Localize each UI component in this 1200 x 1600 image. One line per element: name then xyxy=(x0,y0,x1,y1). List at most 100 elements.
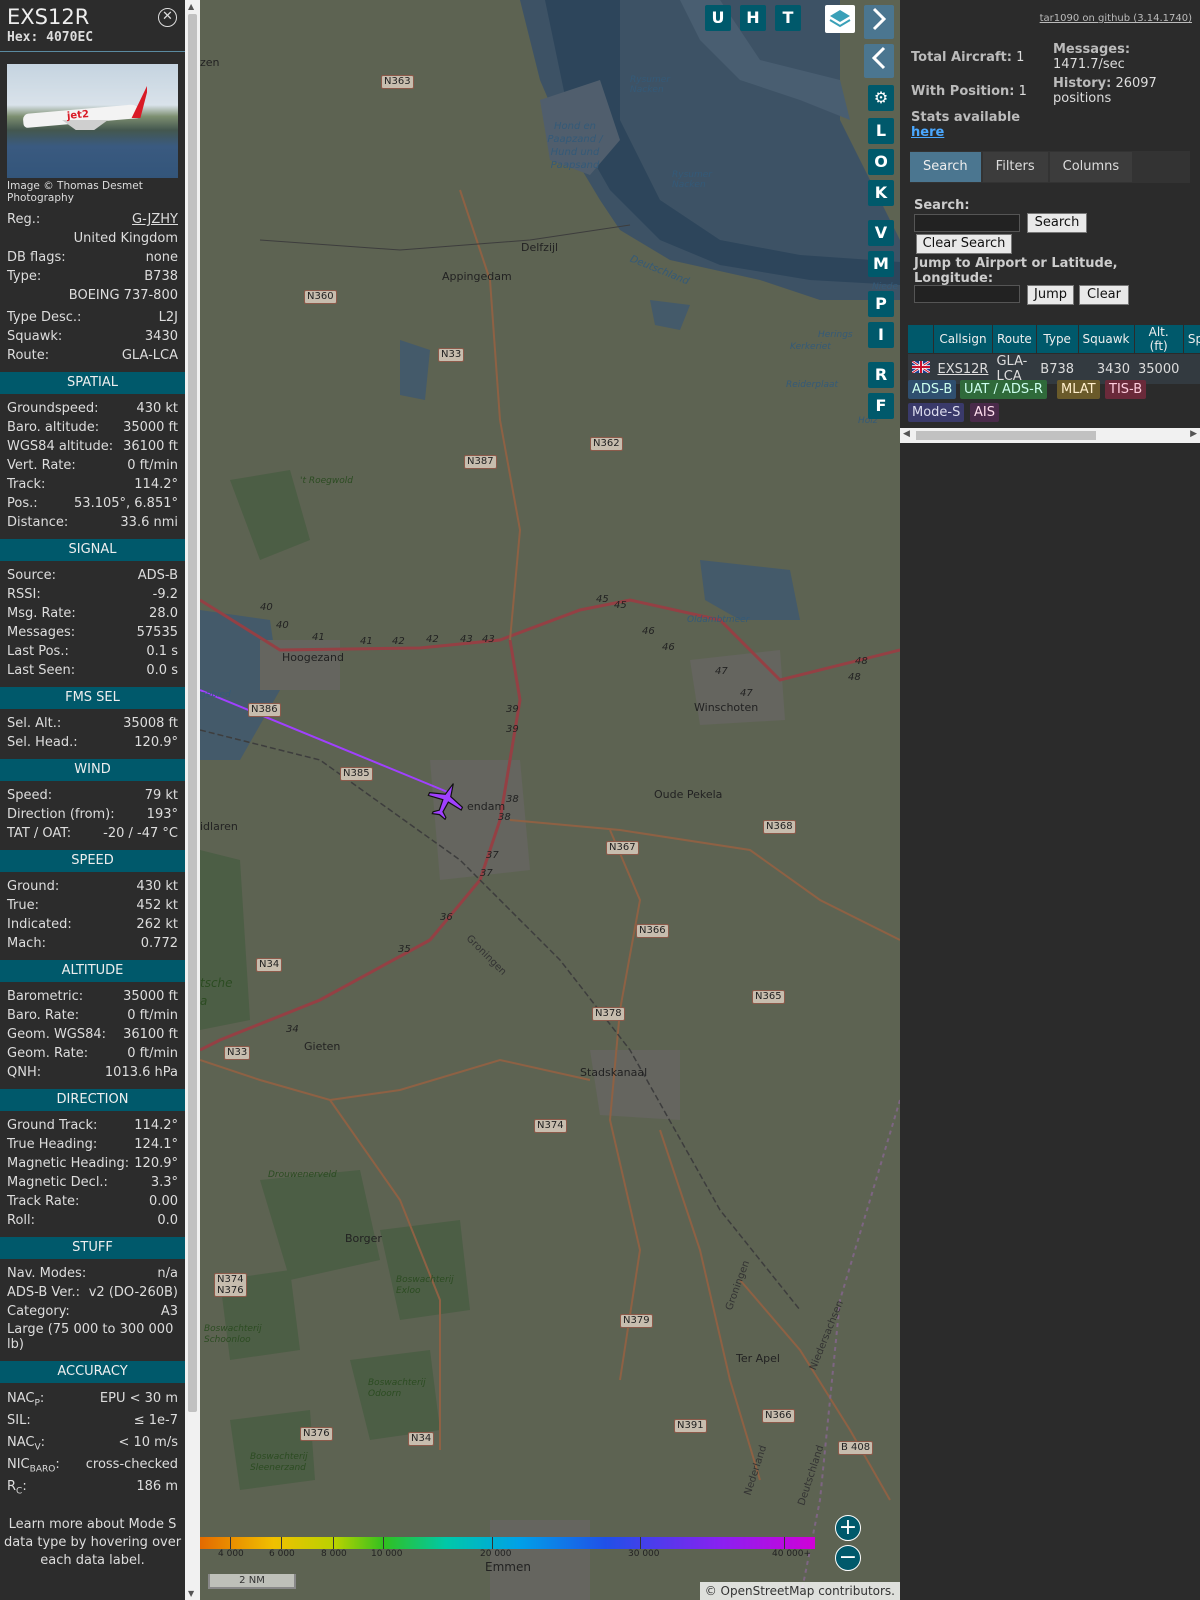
collapse-left-icon[interactable] xyxy=(864,44,894,78)
info-callsign: EXS12R xyxy=(7,5,90,29)
info-row-value: 0.772 xyxy=(140,936,178,951)
wind-list: Speed: 79 kt Direction (from): 193° TAT / OA… xyxy=(0,786,185,843)
info-row-label: Ground Track: xyxy=(7,1118,98,1133)
info-row: True Heading: 124.1° xyxy=(0,1135,185,1154)
stats-available: Stats available here xyxy=(911,110,1021,140)
map-button-v[interactable]: V xyxy=(868,220,894,246)
jump-input[interactable] xyxy=(914,285,1020,303)
clear-button[interactable]: Clear xyxy=(1079,285,1129,305)
info-row-label: Barometric: xyxy=(7,989,84,1004)
map-button-o[interactable]: O xyxy=(868,149,894,175)
scroll-left-arrow-icon[interactable]: ◀ xyxy=(903,429,910,439)
place-label: Delfzijl xyxy=(521,241,559,254)
zoom-in-icon[interactable]: + xyxy=(835,1515,861,1541)
info-row-value: 0.1 s xyxy=(146,644,178,659)
info-row: True: 452 kt xyxy=(0,896,185,915)
source-tisb[interactable]: TIS-B xyxy=(1105,380,1147,399)
info-row-value: 35000 ft xyxy=(123,989,178,1004)
col-callsign[interactable]: Callsign xyxy=(933,324,993,354)
jump-button[interactable]: Jump xyxy=(1027,285,1074,305)
source-ais[interactable]: AIS xyxy=(970,403,999,422)
row-speed xyxy=(1183,353,1200,384)
road-badge: N33 xyxy=(224,1046,251,1060)
info-row-label: Source: xyxy=(7,568,57,583)
map-button-m[interactable]: M xyxy=(868,251,894,277)
info-row: Geom. WGS84: 36100 ft xyxy=(0,1025,185,1044)
aircraft-marker-icon[interactable] xyxy=(424,780,468,820)
layers-icon[interactable] xyxy=(825,5,855,33)
col-alt[interactable]: Alt. (ft) xyxy=(1133,324,1184,354)
tab-columns[interactable]: Columns xyxy=(1049,152,1133,182)
map-view[interactable]: Delfzijl Appingedam Hoogezand Winschoten… xyxy=(200,0,900,1600)
col-flag[interactable] xyxy=(907,324,934,354)
scroll-down-arrow-icon[interactable]: ▼ xyxy=(188,1589,194,1598)
source-uat[interactable]: UAT / ADS-R xyxy=(960,380,1047,399)
map-button-r[interactable]: R xyxy=(868,362,894,388)
info-row-label: Geom. WGS84: xyxy=(7,1027,107,1042)
exit-number: 48 xyxy=(848,672,861,683)
legend-tick-label: 6 000 xyxy=(269,1549,295,1559)
info-row-label: Sel. Alt.: xyxy=(7,716,62,731)
exit-number: 42 xyxy=(426,634,439,645)
hscroll-thumb[interactable] xyxy=(916,431,1096,440)
road-badge: N387 xyxy=(464,455,497,469)
scroll-right-arrow-icon[interactable]: ▶ xyxy=(1190,429,1197,439)
exit-number: 40 xyxy=(260,602,273,613)
zoom-out-icon[interactable]: − xyxy=(835,1545,861,1571)
map-button-p[interactable]: P xyxy=(868,291,894,317)
exit-number: 39 xyxy=(506,704,519,715)
table-hscrollbar[interactable]: ◀ ▶ xyxy=(900,428,1200,443)
section-spatial: SPATIAL xyxy=(0,372,185,394)
info-row-value: 1013.6 hPa xyxy=(104,1065,178,1080)
scroll-up-arrow-icon[interactable]: ▲ xyxy=(188,2,194,11)
stats-link[interactable]: here xyxy=(911,125,944,140)
tab-filters[interactable]: Filters xyxy=(982,152,1048,182)
search-input[interactable] xyxy=(914,214,1020,232)
info-row-label: TAT / OAT: xyxy=(7,826,72,841)
aircraft-table: Callsign Route Type Squawk Alt. (ft) Sp … xyxy=(907,324,1200,384)
road-badge: N386 xyxy=(248,703,281,717)
source-mlat[interactable]: MLAT xyxy=(1057,380,1100,399)
map-button-l[interactable]: L xyxy=(868,118,894,144)
col-speed[interactable]: Sp xyxy=(1182,324,1200,354)
road-badge: N391 xyxy=(674,1419,707,1433)
map-button-k[interactable]: K xyxy=(868,180,894,206)
info-row-value: 36100 ft xyxy=(123,1027,178,1042)
info-scrollbar[interactable]: ▲ ▼ xyxy=(185,0,200,1600)
aircraft-photo[interactable]: jet2 xyxy=(7,64,178,178)
info-scroll-thumb[interactable] xyxy=(188,14,197,1412)
country-value: United Kingdom xyxy=(73,231,178,246)
map-button-i[interactable]: I xyxy=(868,322,894,348)
source-modes[interactable]: Mode-S xyxy=(908,403,965,422)
map-base xyxy=(200,0,900,1600)
settings-gear-icon[interactable]: ⚙ xyxy=(868,85,894,111)
rc-value: 186 m xyxy=(136,1479,178,1494)
expand-right-icon[interactable] xyxy=(864,5,894,39)
legend-tick-mark xyxy=(492,1537,493,1549)
col-type[interactable]: Type xyxy=(1035,324,1079,354)
type-full-value: BOEING 737-800 xyxy=(68,288,178,303)
info-row-value: v2 (DO-260B) xyxy=(88,1285,178,1300)
reg-link[interactable]: G-JZHY xyxy=(132,210,178,229)
search-button[interactable]: Search xyxy=(1027,213,1087,233)
map-attribution[interactable]: © OpenStreetMap contributors. xyxy=(699,1582,900,1600)
exit-number: 41 xyxy=(360,636,373,647)
info-row: QNH: 1013.6 hPa xyxy=(0,1063,185,1082)
map-button-u[interactable]: U xyxy=(705,5,731,31)
exit-number: 46 xyxy=(662,642,675,653)
clear-search-button[interactable]: Clear Search xyxy=(916,234,1012,254)
tab-search[interactable]: Search xyxy=(910,152,981,182)
map-button-t[interactable]: T xyxy=(775,5,801,31)
map-button-h[interactable]: H xyxy=(740,5,766,31)
squawk-label: Squawk: xyxy=(7,329,63,344)
typedesc-label: Type Desc.: xyxy=(7,310,82,325)
sil-label: SIL: xyxy=(7,1413,31,1428)
place-label: gebied xyxy=(200,690,231,700)
source-adsb[interactable]: ADS-B xyxy=(908,380,957,399)
close-icon[interactable]: ✕ xyxy=(158,8,177,27)
col-squawk[interactable]: Squawk xyxy=(1077,324,1135,354)
map-button-f[interactable]: F xyxy=(868,393,894,419)
github-link[interactable]: tar1090 on github (3.14.1740) xyxy=(1040,13,1192,24)
col-route[interactable]: Route xyxy=(991,324,1037,354)
info-row: WGS84 altitude: 36100 ft xyxy=(0,437,185,456)
